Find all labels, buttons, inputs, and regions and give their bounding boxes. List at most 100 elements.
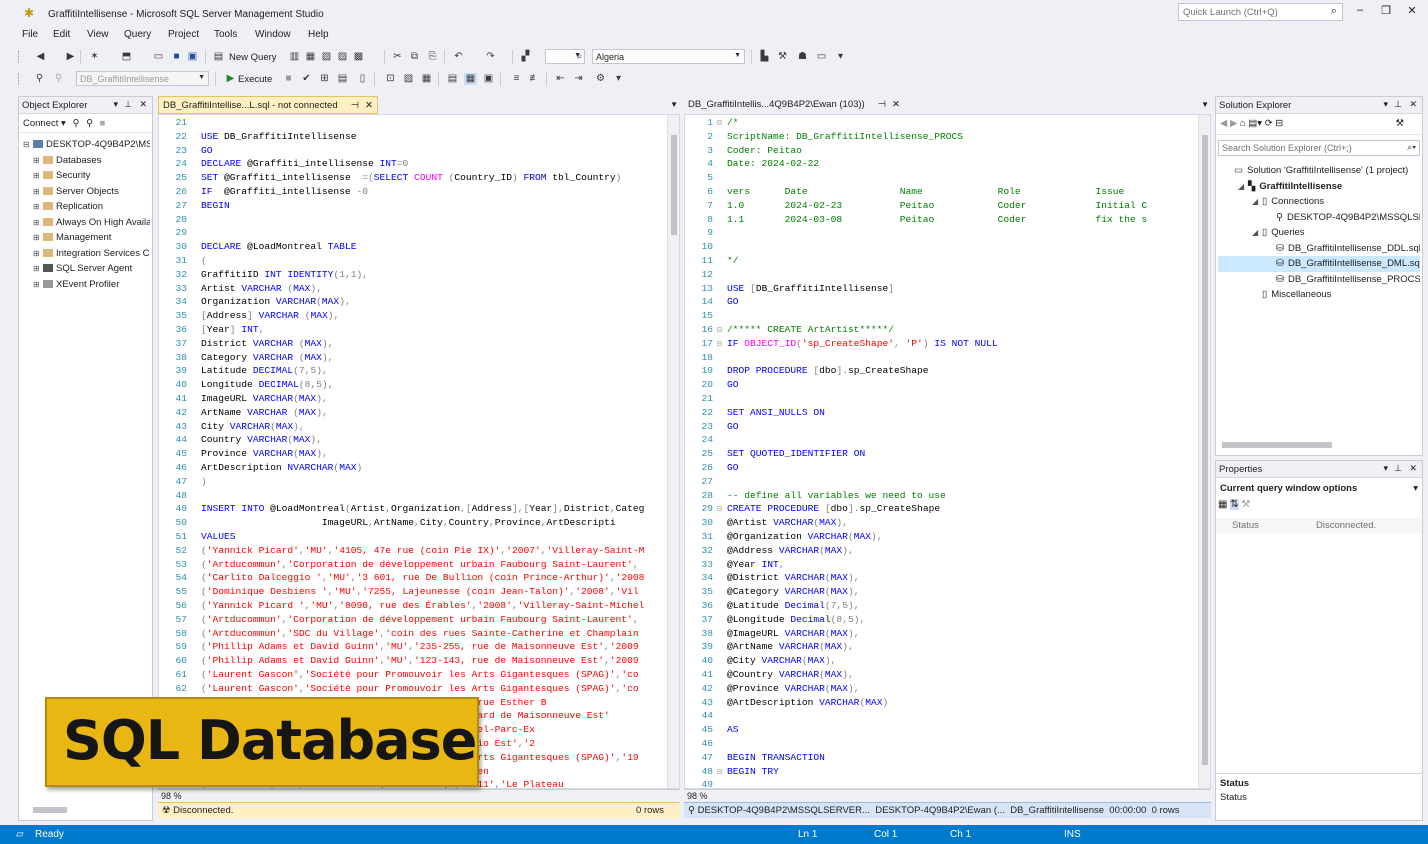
new-query-icon[interactable]: ▤ <box>212 51 225 63</box>
code-line[interactable]: 23 GO <box>159 144 665 158</box>
code-line[interactable]: 19 DROP PROCEDURE [dbo].sp_CreateShape <box>685 364 1196 378</box>
expand-icon[interactable]: ◢ <box>1252 225 1262 241</box>
increase-indent-icon[interactable]: ⇥ <box>572 73 585 85</box>
dax-query-icon[interactable]: ▩ <box>352 51 365 63</box>
code-line[interactable]: 56 ('Yannick Picard ','MU','8090, rue des… <box>159 599 665 613</box>
code-line[interactable]: 13 USE [DB_GraffitiIntellisense] <box>685 282 1196 296</box>
dropdown-icon[interactable]: ▾ <box>1383 99 1388 110</box>
pin-icon[interactable]: ⊥ <box>124 99 132 110</box>
menu-query[interactable]: Query <box>124 29 151 40</box>
code-line[interactable]: 29 <box>159 226 665 240</box>
code-line[interactable]: 43 @ArtDescription VARCHAR(MAX) <box>685 696 1196 710</box>
disconnect-icon[interactable]: ⚲ <box>86 118 93 129</box>
code-line[interactable]: 26 GO <box>685 461 1196 475</box>
execute-button[interactable]: Execute <box>238 74 272 85</box>
close-icon[interactable]: ✕ <box>892 99 900 110</box>
tab-dropdown-icon[interactable]: ▼ <box>670 100 678 109</box>
menu-window[interactable]: Window <box>255 29 291 40</box>
code-line[interactable]: 57 ('Artducommun','Corporation de dévelop… <box>159 613 665 627</box>
code-line[interactable]: 7 1.0 2024-02-23 Peitao Coder Initial C <box>685 199 1196 213</box>
comment-icon[interactable]: ≡ <box>510 73 523 85</box>
expand-icon[interactable]: ⊞ <box>33 215 43 231</box>
code-line[interactable]: 28 -- define all variables we need to use <box>685 489 1196 503</box>
code-line[interactable]: 36 @Latitude Decimal(7,5), <box>685 599 1196 613</box>
code-line[interactable]: 5 <box>685 171 1196 185</box>
code-line[interactable]: 4 Date: 2024-02-22 <box>685 157 1196 171</box>
results-text-icon[interactable]: ▤ <box>446 73 459 85</box>
categorized-icon[interactable]: ▦ <box>1218 499 1227 510</box>
forward-icon[interactable]: ▶ <box>64 51 77 63</box>
code-line[interactable]: 31 @Organization VARCHAR(MAX), <box>685 530 1196 544</box>
expand-icon[interactable]: ⊞ <box>33 261 43 277</box>
code-line[interactable]: 30 DECLARE @LoadMontreal TABLE <box>159 240 665 254</box>
code-line[interactable]: 58 ('Artducommun','SDC du Village','coin … <box>159 627 665 641</box>
toolbar-overflow-icon[interactable]: ▾ <box>834 51 847 63</box>
code-line[interactable]: 50 ImageURL,ArtName,City,Country,Provinc… <box>159 516 665 530</box>
code-line[interactable]: 26 IF @Graffiti_intellisense -0 <box>159 185 665 199</box>
expand-icon[interactable]: ⊞ <box>33 246 43 262</box>
properties-icon[interactable]: ⚒ <box>1395 118 1404 129</box>
code-line[interactable]: 41 ImageURL VARCHAR(MAX), <box>159 392 665 406</box>
dropdown-icon[interactable]: ▾ <box>1383 463 1388 474</box>
decrease-indent-icon[interactable]: ⇤ <box>554 73 567 85</box>
find-combo[interactable]: Algeria ▼ <box>592 49 745 64</box>
menu-help[interactable]: Help <box>308 29 329 40</box>
code-line[interactable]: 32 @Address VARCHAR(MAX), <box>685 544 1196 558</box>
close-button[interactable]: ✕ <box>1402 4 1422 20</box>
solution-tree-node[interactable]: ⛁ DB_GraffitiIntellisense_DDL.sql <box>1218 241 1420 257</box>
tab-dropdown-icon[interactable]: ▼ <box>1201 100 1209 109</box>
close-icon[interactable]: ✕ <box>1409 463 1417 474</box>
right-sql-editor[interactable]: 1 ⊟ /* 2 ScriptName: DB_GraffitiIntellisense… <box>684 114 1211 789</box>
code-line[interactable]: 21 <box>685 392 1196 406</box>
tree-node[interactable]: ⊞ Always On High Availa <box>21 215 150 231</box>
stop-icon[interactable]: ■ <box>282 73 295 85</box>
code-line[interactable]: 48 ⊟ BEGIN TRY <box>685 765 1196 779</box>
code-line[interactable]: 37 @Longitude Decimal(8,5), <box>685 613 1196 627</box>
expand-icon[interactable]: ⊞ <box>33 153 43 169</box>
estimated-plan-icon[interactable]: ⊞ <box>318 73 331 85</box>
pin-icon[interactable]: ⊥ <box>1394 99 1402 110</box>
stop-icon[interactable]: ■ <box>100 118 106 129</box>
registered-servers-icon[interactable]: ▙ <box>758 51 771 63</box>
dmx-query-icon[interactable]: ▧ <box>320 51 333 63</box>
code-line[interactable]: 61 ('Laurent Gascon','Société pour Promou… <box>159 668 665 682</box>
expand-icon[interactable]: ⊞ <box>33 199 43 215</box>
tab-ddl-sql[interactable]: DB_GraffitiIntellise...L.sql - not conne… <box>158 96 378 114</box>
code-line[interactable]: 37 District VARCHAR (MAX), <box>159 337 665 351</box>
property-row-status[interactable]: Status Disconnected. <box>1216 518 1422 533</box>
quick-launch-input[interactable]: Quick Launch (Ctrl+Q) ⌕ <box>1178 3 1343 21</box>
tree-node[interactable]: ⊞ Security <box>21 168 150 184</box>
code-line[interactable]: 36 [Year] INT, <box>159 323 665 337</box>
code-line[interactable]: 2 ScriptName: DB_GraffitiIntellisense_PRO… <box>685 130 1196 144</box>
code-line[interactable]: 46 ArtDescription NVARCHAR(MAX) <box>159 461 665 475</box>
connect-server-icon[interactable]: ⚲ <box>72 118 79 129</box>
code-line[interactable]: 22 SET ANSI_NULLS ON <box>685 406 1196 420</box>
code-line[interactable]: 45 Province VARCHAR(MAX), <box>159 447 665 461</box>
code-line[interactable]: 44 Country VARCHAR(MAX), <box>159 433 665 447</box>
zoom-level[interactable]: 98 % <box>687 791 708 801</box>
db-engine-query-icon[interactable]: ▥ <box>288 51 301 63</box>
code-line[interactable]: 39 @ArtName VARCHAR(MAX), <box>685 640 1196 654</box>
toolbar-overflow-icon[interactable]: ▾ <box>612 73 625 85</box>
results-grid-icon[interactable]: ▦ <box>464 73 477 85</box>
pin-icon[interactable]: ⊣ <box>878 99 886 110</box>
code-line[interactable]: 23 GO <box>685 420 1196 434</box>
solution-tree-node[interactable]: ◢ ▯ Connections <box>1218 194 1420 210</box>
parse-icon[interactable]: ✔ <box>300 73 313 85</box>
window-icon[interactable]: ▭ <box>815 51 828 63</box>
expand-icon[interactable]: ◢ <box>1238 179 1248 195</box>
code-line[interactable]: 15 <box>685 309 1196 323</box>
toolbox-icon[interactable]: ☗ <box>796 51 809 63</box>
code-line[interactable]: 42 ArtName VARCHAR (MAX), <box>159 406 665 420</box>
code-line[interactable]: 35 @Category VARCHAR(MAX), <box>685 585 1196 599</box>
solution-tree-node[interactable]: ▭ Solution 'GraffitiIntellisense' (1 proj… <box>1218 163 1420 179</box>
code-line[interactable]: 33 @Year INT, <box>685 558 1196 572</box>
open-file-icon[interactable]: ⬒ <box>120 51 133 63</box>
activity-monitor-icon[interactable]: ▞ <box>519 51 532 63</box>
toolbar-grip[interactable] <box>18 51 21 63</box>
tree-node[interactable]: ⊞ SQL Server Agent <box>21 261 150 277</box>
toolbar-grip[interactable] <box>18 73 21 85</box>
solution-tree-node[interactable]: ◢ ▯ Queries <box>1218 225 1420 241</box>
code-line[interactable]: 51 VALUES <box>159 530 665 544</box>
solution-search-input[interactable]: Search Solution Explorer (Ctrl+;) ⌕▾ <box>1218 140 1420 156</box>
